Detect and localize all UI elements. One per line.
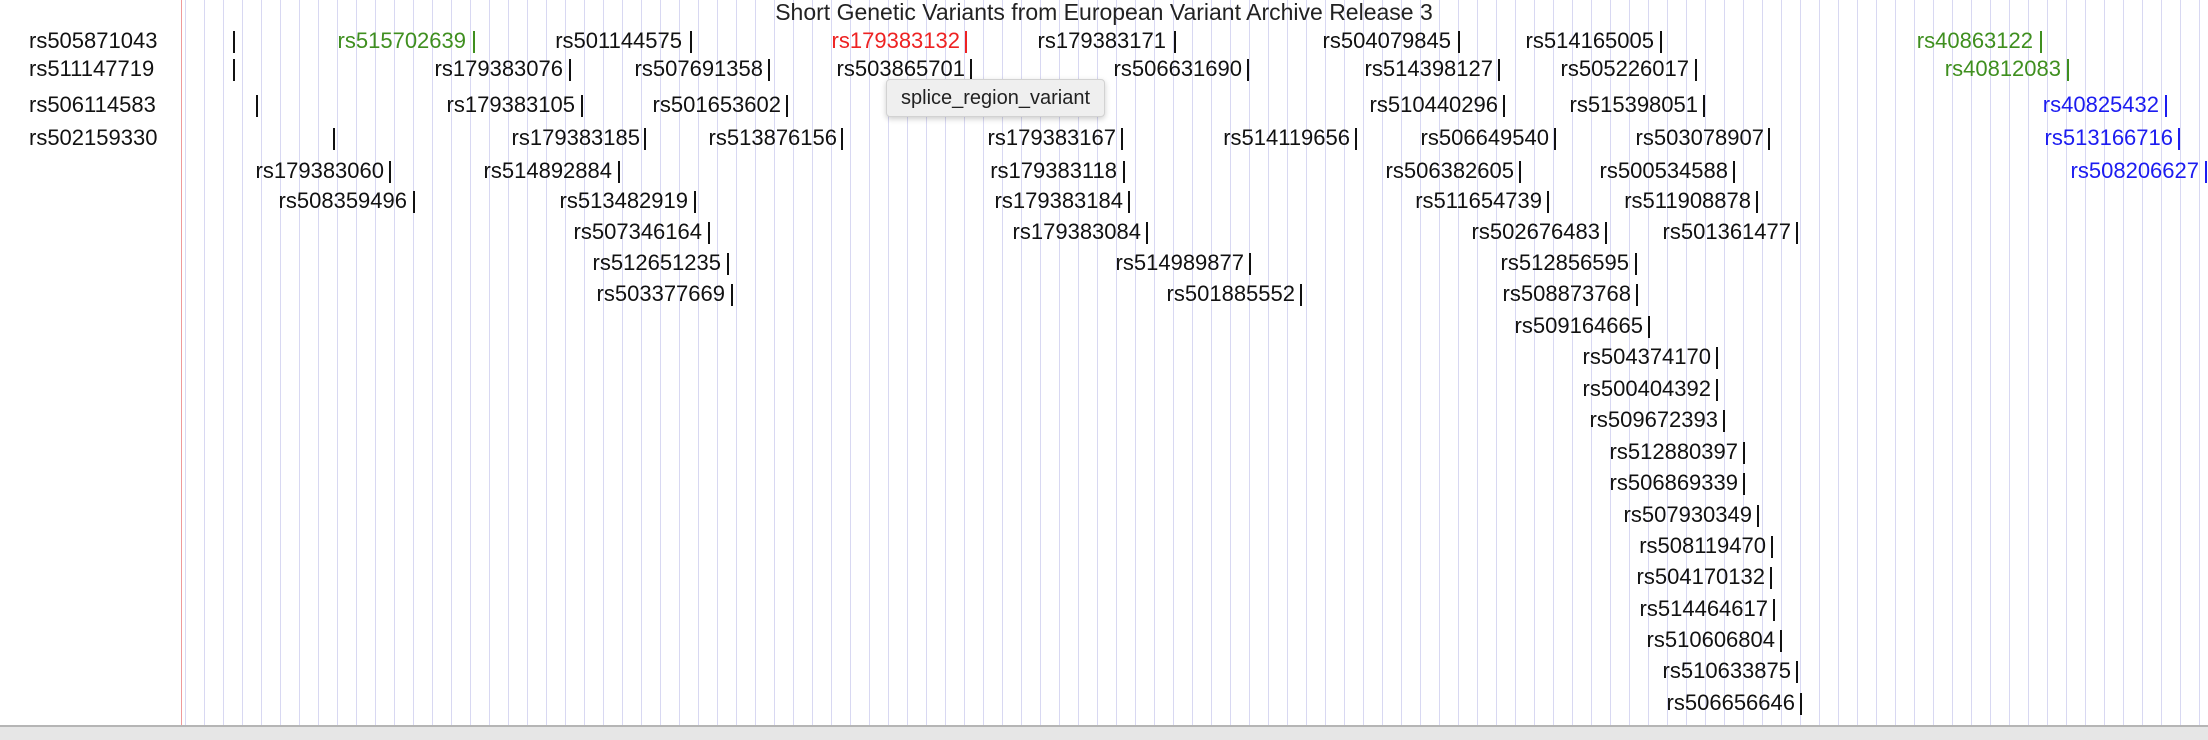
variant-label[interactable]: rs508119470 xyxy=(1639,532,1766,560)
variant-feature[interactable]: rs508873768 xyxy=(0,280,2208,308)
variant-feature[interactable]: rs510633875 xyxy=(0,657,2208,685)
variant-feature[interactable]: rs512856595 xyxy=(0,249,2208,277)
variant-feature[interactable]: rs513166716 xyxy=(0,124,2208,152)
variant-feature[interactable]: rs506869339 xyxy=(0,469,2208,497)
variant-marker[interactable] xyxy=(1716,347,1718,369)
variant-label[interactable]: rs40825432 xyxy=(2043,91,2159,119)
variant-marker[interactable] xyxy=(1770,567,1772,589)
variant-marker[interactable] xyxy=(1743,473,1745,495)
variant-label[interactable]: rs509672393 xyxy=(1590,406,1718,434)
variant-label[interactable]: rs511908878 xyxy=(1624,187,1751,215)
variant-marker[interactable] xyxy=(1780,630,1782,652)
variant-feature[interactable]: rs509672393 xyxy=(0,406,2208,434)
variant-feature[interactable]: rs504374170 xyxy=(0,343,2208,371)
variant-feature[interactable]: rs508119470 xyxy=(0,532,2208,560)
variant-feature[interactable]: rs504170132 xyxy=(0,563,2208,591)
variant-marker[interactable] xyxy=(1796,661,1798,683)
variant-marker[interactable] xyxy=(2040,31,2042,53)
variant-label[interactable]: rs512880397 xyxy=(1610,438,1738,466)
variant-marker[interactable] xyxy=(1648,316,1650,338)
variant-label[interactable]: rs507930349 xyxy=(1624,501,1752,529)
variant-track-view[interactable]: Short Genetic Variants from European Var… xyxy=(0,0,2208,740)
variant-label[interactable]: rs40863122 xyxy=(1917,27,2033,55)
variant-feature[interactable]: rs506656646 xyxy=(0,689,2208,717)
variant-marker[interactable] xyxy=(1723,410,1725,432)
variant-label[interactable]: rs504170132 xyxy=(1637,563,1765,591)
variant-marker[interactable] xyxy=(1773,599,1775,621)
variant-feature[interactable]: rs507930349 xyxy=(0,501,2208,529)
variant-feature[interactable]: rs40812083 xyxy=(0,55,2208,83)
variant-marker[interactable] xyxy=(1756,191,1758,213)
feature-tooltip: splice_region_variant xyxy=(886,79,1106,117)
variant-label[interactable]: rs513166716 xyxy=(2045,124,2173,152)
variant-feature[interactable]: rs514464617 xyxy=(0,595,2208,623)
variant-label[interactable]: rs40812083 xyxy=(1945,55,2061,83)
variant-feature[interactable]: rs512880397 xyxy=(0,438,2208,466)
variant-label[interactable]: rs504374170 xyxy=(1583,343,1711,371)
variant-label[interactable]: rs509164665 xyxy=(1515,312,1643,340)
track-title: Short Genetic Variants from European Var… xyxy=(775,0,1433,25)
variant-label[interactable]: rs510606804 xyxy=(1647,626,1775,654)
variant-marker[interactable] xyxy=(1716,379,1718,401)
variant-marker[interactable] xyxy=(1743,442,1745,464)
variant-feature[interactable]: rs501361477 xyxy=(0,218,2208,246)
variant-label[interactable]: rs508206627 xyxy=(2071,157,2199,185)
horizontal-scrollbar[interactable] xyxy=(0,725,2208,740)
variant-marker[interactable] xyxy=(1635,253,1637,275)
variant-feature[interactable]: rs510606804 xyxy=(0,626,2208,654)
variant-feature[interactable]: rs511908878 xyxy=(0,187,2208,215)
variant-marker[interactable] xyxy=(1636,284,1638,306)
variant-label[interactable]: rs512856595 xyxy=(1501,249,1629,277)
variant-label[interactable]: rs500404392 xyxy=(1583,375,1711,403)
variant-marker[interactable] xyxy=(1796,222,1798,244)
variant-marker[interactable] xyxy=(2205,161,2207,183)
variant-label[interactable]: rs510633875 xyxy=(1663,657,1791,685)
variant-feature[interactable]: rs500404392 xyxy=(0,375,2208,403)
variant-feature[interactable]: rs40863122 xyxy=(0,27,2208,55)
variant-marker[interactable] xyxy=(1771,536,1773,558)
variant-feature[interactable]: rs508206627 xyxy=(0,157,2208,185)
variant-label[interactable]: rs506869339 xyxy=(1610,469,1738,497)
variant-marker[interactable] xyxy=(1757,505,1759,527)
variant-label[interactable]: rs501361477 xyxy=(1663,218,1791,246)
variant-marker[interactable] xyxy=(1800,693,1802,715)
variant-label[interactable]: rs508873768 xyxy=(1503,280,1631,308)
variant-marker[interactable] xyxy=(2067,59,2069,81)
variant-marker[interactable] xyxy=(2165,95,2167,117)
variant-marker[interactable] xyxy=(2178,128,2180,150)
variant-feature[interactable]: rs509164665 xyxy=(0,312,2208,340)
variant-label[interactable]: rs514464617 xyxy=(1640,595,1768,623)
variant-label[interactable]: rs506656646 xyxy=(1667,689,1795,717)
